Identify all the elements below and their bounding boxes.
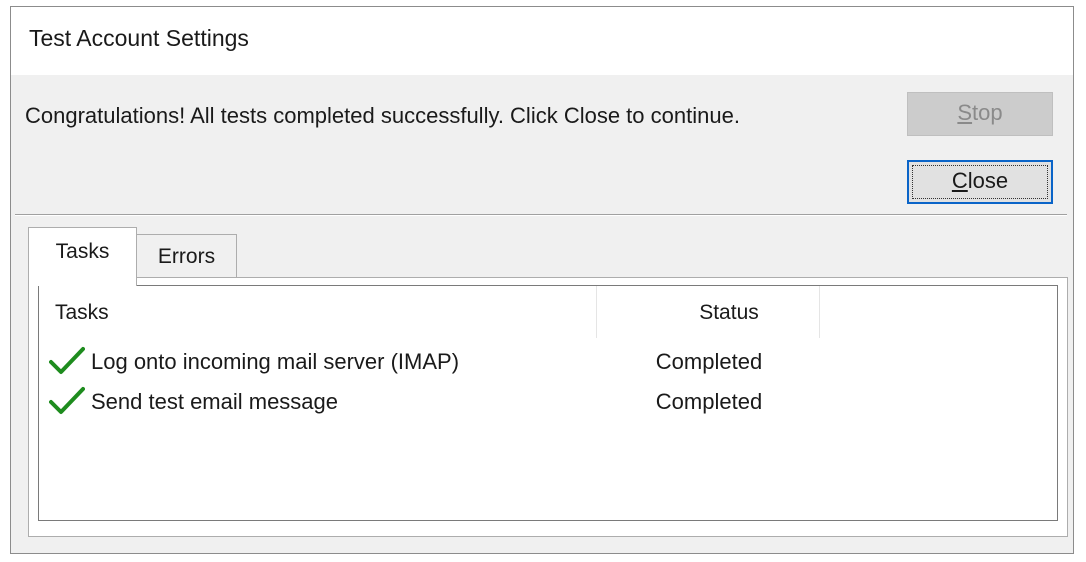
separator: [15, 214, 1067, 216]
task-status: Completed: [655, 349, 763, 374]
column-header-tasks[interactable]: Tasks: [55, 301, 109, 325]
column-divider: [596, 286, 597, 338]
tasks-tab-panel: Tasks Status Log onto incoming mail serv…: [28, 277, 1068, 537]
table-row[interactable]: Send test email message Completed: [39, 384, 1057, 424]
close-button[interactable]: Close: [907, 160, 1053, 204]
tab-tasks[interactable]: Tasks: [28, 227, 137, 286]
table-row[interactable]: Log onto incoming mail server (IMAP) Com…: [39, 344, 1057, 384]
title-bar: Test Account Settings: [11, 7, 1073, 75]
list-header: Tasks Status: [39, 286, 1057, 338]
column-divider: [819, 286, 820, 338]
task-name: Send test email message: [91, 389, 339, 414]
checkmark-icon: [49, 346, 85, 376]
stop-button[interactable]: Stop: [907, 92, 1053, 136]
test-account-settings-dialog: Test Account Settings Congratulations! A…: [10, 6, 1074, 554]
tab-errors[interactable]: Errors: [137, 234, 237, 278]
task-name: Log onto incoming mail server (IMAP): [91, 349, 460, 374]
column-header-status[interactable]: Status: [649, 301, 809, 325]
status-message: Congratulations! All tests completed suc…: [25, 103, 740, 128]
dialog-title: Test Account Settings: [29, 25, 249, 51]
tasks-list[interactable]: Tasks Status Log onto incoming mail serv…: [38, 285, 1058, 521]
checkmark-icon: [49, 386, 85, 416]
task-status: Completed: [655, 389, 763, 414]
